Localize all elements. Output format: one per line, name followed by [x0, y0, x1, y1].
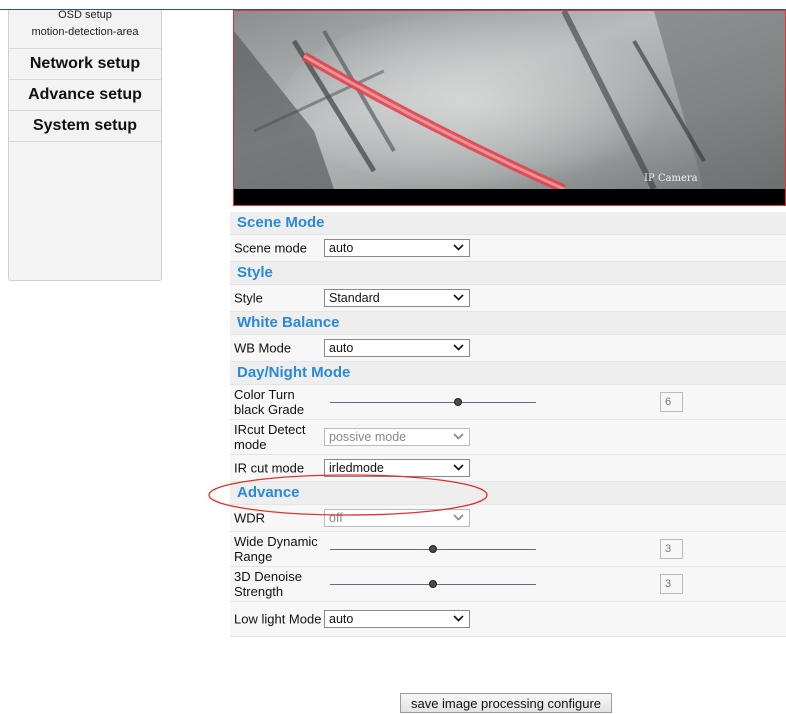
sidebar-item-osd-setup[interactable]: OSD setup [9, 10, 161, 24]
ir-cut-mode-value: irledmode [329, 461, 384, 475]
chevron-down-icon [453, 615, 464, 622]
wb-mode-select[interactable]: auto [324, 339, 470, 357]
wb-mode-value: auto [329, 341, 354, 355]
ir-cut-mode-row: IR cut mode irledmode [230, 455, 786, 482]
wide-dynamic-range-row: Wide Dynamic Range 3 [230, 532, 786, 567]
low-light-mode-value: auto [329, 612, 354, 626]
scene-mode-value: auto [329, 241, 354, 255]
chevron-down-icon [453, 433, 464, 440]
wdr-select: off [324, 509, 470, 527]
wide-dynamic-range-slider[interactable] [330, 545, 536, 553]
sidebar: OSD setup motion-detection-area Network … [8, 10, 162, 281]
style-row: Style Standard [230, 285, 786, 312]
color-turn-value: 6 [660, 392, 683, 412]
style-select[interactable]: Standard [324, 289, 470, 307]
section-title-white-balance: White Balance [230, 312, 786, 335]
wb-mode-row: WB Mode auto [230, 335, 786, 362]
save-image-processing-button[interactable]: save image processing configure [400, 693, 612, 713]
scene-mode-label: Scene mode [234, 240, 307, 256]
style-value: Standard [329, 291, 380, 305]
ir-cut-mode-label: IR cut mode [234, 460, 305, 476]
slider-knob-icon[interactable] [429, 545, 437, 553]
slider-knob-icon[interactable] [453, 398, 462, 406]
denoise-value: 3 [660, 574, 683, 594]
sidebar-item-advance-setup[interactable]: Advance setup [9, 79, 161, 110]
chevron-down-icon [453, 514, 464, 521]
chevron-down-icon [453, 244, 464, 251]
wb-mode-label: WB Mode [234, 340, 292, 356]
ircut-detect-label: IRcut Detect mode [234, 422, 306, 452]
ircut-detect-value: possive mode [329, 430, 407, 444]
color-turn-slider[interactable] [330, 398, 536, 406]
scene-mode-row: Scene mode auto [230, 235, 786, 262]
video-frame-image: IP Camera [234, 11, 785, 205]
low-light-mode-label: Low light Mode [234, 611, 322, 627]
wdr-value: off [329, 511, 343, 525]
low-light-mode-row: Low light Mode auto [230, 602, 786, 637]
scene-mode-select[interactable]: auto [324, 239, 470, 257]
video-overlay-text: IP Camera [644, 173, 698, 184]
wide-dynamic-range-label: Wide Dynamic Range [234, 534, 318, 564]
wide-dynamic-range-value: 3 [660, 539, 683, 559]
chevron-down-icon [453, 344, 464, 351]
slider-knob-icon[interactable] [429, 580, 437, 588]
wdr-row: WDR off [230, 505, 786, 532]
sidebar-item-motion-detection-area[interactable]: motion-detection-area [9, 24, 161, 48]
image-settings-form: Scene Mode Scene mode auto Style Style S… [230, 212, 786, 637]
chevron-down-icon [453, 464, 464, 471]
section-title-scene-mode: Scene Mode [230, 212, 786, 235]
color-turn-row: Color Turn black Grade 6 [230, 385, 786, 420]
wdr-label: WDR [234, 510, 266, 526]
video-preview[interactable]: IP Camera [233, 10, 786, 206]
denoise-label: 3D Denoise Strength [234, 569, 302, 599]
ircut-detect-row: IRcut Detect mode possive mode [230, 420, 786, 455]
style-label: Style [234, 290, 263, 306]
ir-cut-mode-select[interactable]: irledmode [324, 459, 470, 477]
sidebar-item-network-setup[interactable]: Network setup [9, 48, 161, 79]
sidebar-item-system-setup[interactable]: System setup [9, 110, 161, 142]
denoise-row: 3D Denoise Strength 3 [230, 567, 786, 602]
chevron-down-icon [453, 294, 464, 301]
denoise-slider[interactable] [330, 580, 536, 588]
color-turn-label: Color Turn black Grade [234, 387, 305, 417]
ircut-detect-select: possive mode [324, 428, 470, 446]
low-light-mode-select[interactable]: auto [324, 610, 470, 628]
section-title-advance: Advance [230, 482, 786, 505]
section-title-day-night-mode: Day/Night Mode [230, 362, 786, 385]
section-title-style: Style [230, 262, 786, 285]
